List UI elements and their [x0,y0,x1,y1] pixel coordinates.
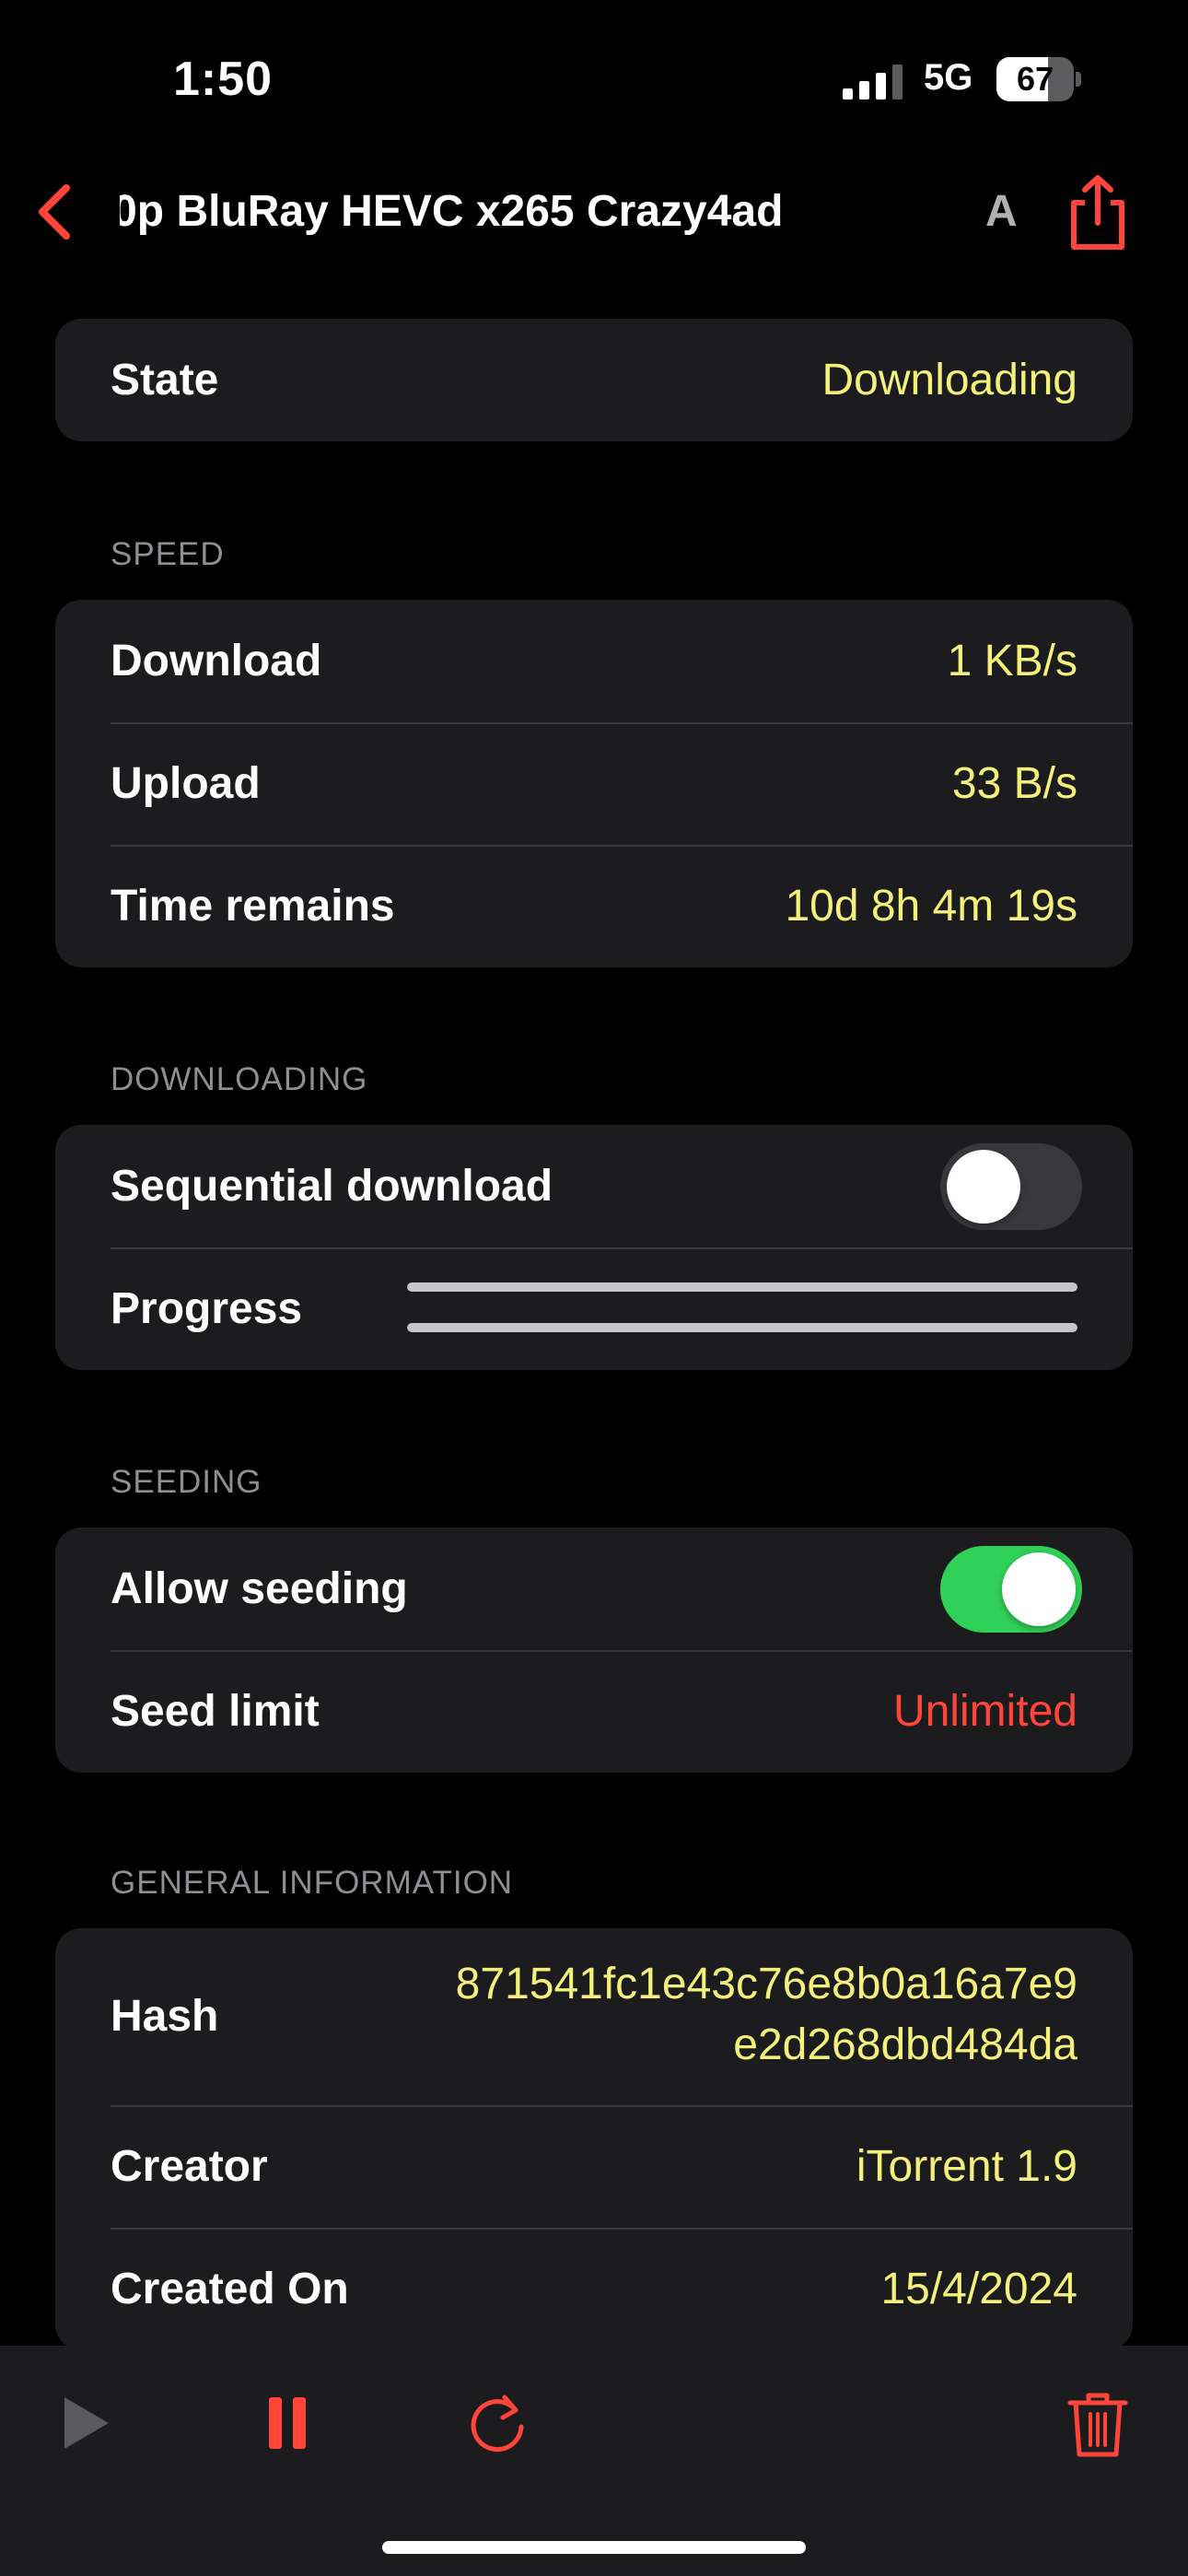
seeding-card: Allow seeding Seed limit Unlimited [55,1528,1133,1773]
allow-seeding-label: Allow seeding [111,1564,408,1613]
created-on-row: Created On 15/4/2024 [55,2228,1133,2346]
allow-seeding-toggle[interactable] [940,1546,1082,1633]
general-info-section-header: GENERAL INFORMATION [111,1865,514,1901]
progress-bars [407,1282,1077,1338]
share-icon[interactable] [1063,173,1133,252]
downloading-section-header: DOWNLOADING [111,1061,368,1097]
general-info-card: Hash 871541fc1e43c76e8b0a16a7e9e2d268dbd… [55,1928,1133,2346]
battery-icon: 67 [996,57,1081,101]
seed-limit-label: Seed limit [111,1687,320,1736]
creator-label: Creator [111,2142,268,2191]
toggle-knob [1002,1552,1076,1626]
state-card: State Downloading [55,319,1133,441]
navigation-bar: 1080p BluRay HEVC x265 Crazy4ad A [0,157,1188,267]
chevron-left-icon[interactable] [28,177,92,247]
piece-progress-bar [407,1282,1077,1292]
pause-icon[interactable] [250,2386,324,2460]
cellular-signal-icon [843,64,903,100]
nav-title: 1080p BluRay HEVC x265 Crazy4ad [120,187,784,236]
allow-seeding-row: Allow seeding [55,1528,1133,1650]
download-value: 1 KB/s [947,637,1077,685]
overall-progress-bar [407,1323,1077,1332]
home-indicator[interactable] [382,2541,806,2554]
created-on-label: Created On [111,2265,349,2313]
toggle-knob [947,1150,1020,1224]
progress-row: Progress [55,1247,1133,1370]
network-type: 5G [924,57,973,98]
state-row: State Downloading [55,319,1133,441]
progress-label: Progress [111,1284,303,1333]
download-speed-row: Download 1 KB/s [55,600,1133,722]
details-list[interactable]: State Downloading SPEED Download 1 KB/s … [0,267,1188,2346]
nav-title-marquee: 1080p BluRay HEVC x265 Crazy4ad A [120,175,1041,249]
state-label: State [111,356,219,404]
upload-speed-row: Upload 33 B/s [55,722,1133,845]
status-time: 1:50 [173,53,274,106]
battery-percent: 67 [1016,60,1054,98]
upload-value: 33 B/s [951,759,1077,808]
seeding-section-header: SEEDING [111,1464,262,1500]
upload-label: Upload [111,759,261,808]
sequential-download-row: Sequential download [55,1125,1133,1247]
state-value: Downloading [821,356,1077,404]
hash-row: Hash 871541fc1e43c76e8b0a16a7e9e2d268dbd… [55,1928,1133,2105]
nav-title-repeat: A [985,187,1018,236]
time-remains-row: Time remains 10d 8h 4m 19s [55,845,1133,967]
play-icon[interactable] [48,2386,122,2460]
speed-card: Download 1 KB/s Upload 33 B/s Time remai… [55,600,1133,967]
downloading-card: Sequential download Progress [55,1125,1133,1370]
status-bar: 1:50 5G 67 [0,0,1188,157]
time-remains-value: 10d 8h 4m 19s [785,882,1077,931]
hash-label: Hash [111,1992,219,2041]
trash-icon[interactable] [1061,2386,1135,2460]
sequential-download-toggle[interactable] [940,1143,1082,1230]
download-label: Download [111,637,322,685]
creator-row: Creator iTorrent 1.9 [55,2105,1133,2228]
hash-value: 871541fc1e43c76e8b0a16a7e9e2d268dbd484da [455,1960,1077,2069]
sequential-download-label: Sequential download [111,1162,553,1211]
speed-section-header: SPEED [111,536,225,572]
refresh-icon[interactable] [462,2386,536,2460]
seed-limit-row[interactable]: Seed limit Unlimited [55,1650,1133,1773]
created-on-value: 15/4/2024 [880,2265,1077,2313]
creator-value: iTorrent 1.9 [856,2142,1077,2191]
time-remains-label: Time remains [111,882,395,931]
seed-limit-value[interactable]: Unlimited [893,1650,1077,1773]
